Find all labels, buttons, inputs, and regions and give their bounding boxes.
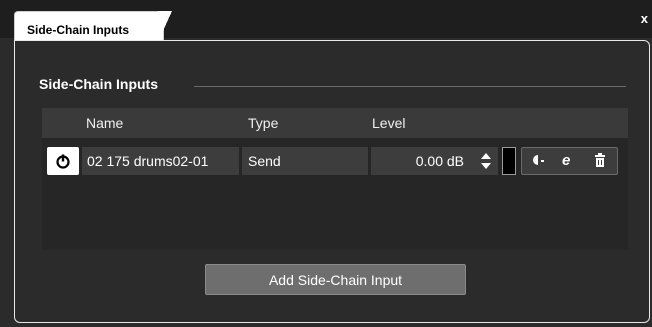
row-actions: e (521, 147, 618, 175)
tab-slant (158, 11, 172, 42)
section-divider (194, 86, 626, 87)
trash-icon[interactable] (593, 152, 607, 172)
up-down-arrows-icon[interactable] (480, 152, 492, 170)
section-title: Side-Chain Inputs (39, 76, 158, 92)
row-type-cell[interactable]: Send (242, 147, 368, 175)
level-meter (502, 147, 516, 175)
row-name-cell[interactable]: 02 175 drums02-01 (82, 147, 239, 175)
pre-post-icon[interactable] (531, 152, 545, 172)
power-icon (56, 154, 70, 169)
table-header: Name Type Level (42, 108, 628, 138)
add-side-chain-input-button[interactable]: Add Side-Chain Input (205, 264, 466, 295)
column-level-header: Level (372, 115, 406, 131)
close-button[interactable]: x (641, 11, 648, 26)
column-type-header: Type (248, 115, 279, 131)
edit-icon[interactable]: e (562, 152, 570, 169)
row-level-cell[interactable]: 0.00 dB (371, 147, 498, 175)
side-chain-window: Side-Chain Inputs x Side-Chain Inputs Na… (0, 0, 652, 327)
tab-side-chain-inputs[interactable]: Side-Chain Inputs (14, 11, 164, 42)
column-name-header: Name (86, 115, 124, 131)
power-button[interactable] (47, 147, 79, 175)
